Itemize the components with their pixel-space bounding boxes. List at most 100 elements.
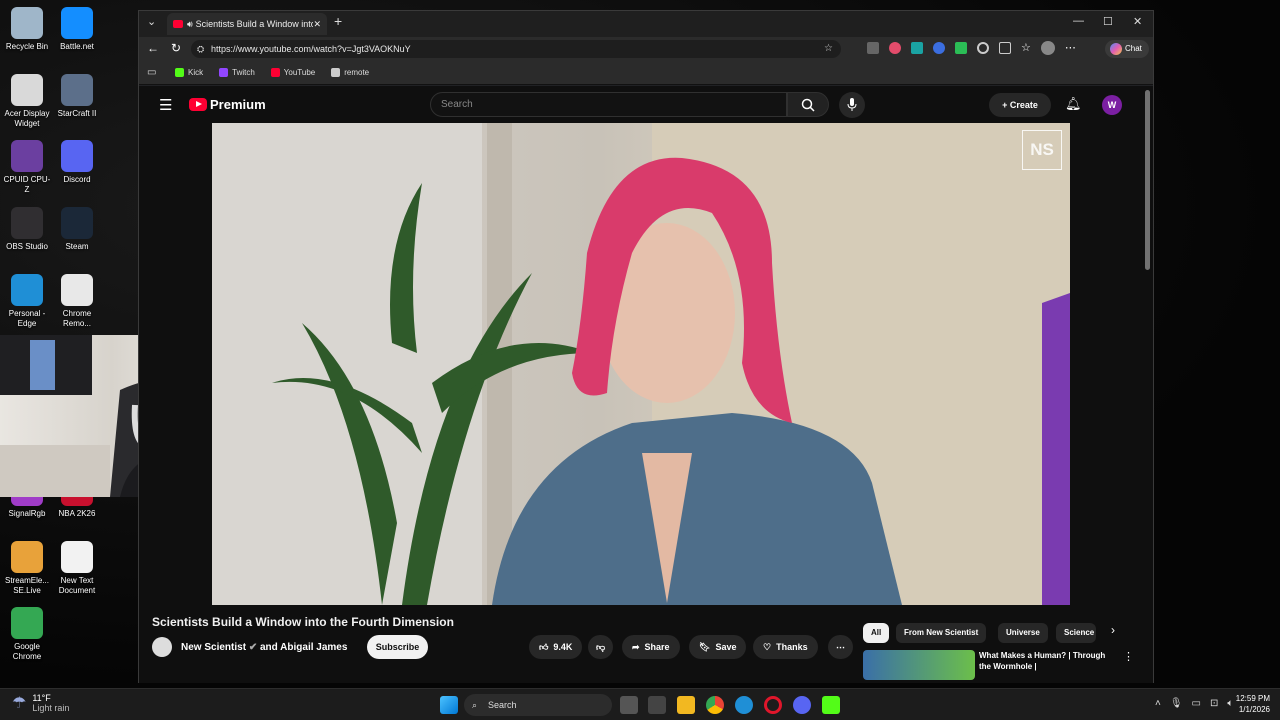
recommended-more-icon[interactable]: ⋮ xyxy=(1123,650,1134,663)
desktop-icon[interactable]: StarCraft II xyxy=(52,74,102,119)
desktop-icon[interactable]: Steam xyxy=(52,207,102,252)
bookmark-kick[interactable]: Kick xyxy=(175,68,203,77)
refresh-icon[interactable]: ↻ xyxy=(171,41,181,55)
kick-taskbar-icon[interactable] xyxy=(822,696,840,714)
search-input[interactable]: Search xyxy=(430,92,787,117)
youtube-logo[interactable]: Premium xyxy=(189,97,266,112)
dislike-button[interactable]: 👎︎ xyxy=(588,635,614,659)
copilot-icon xyxy=(1110,43,1122,55)
file-explorer-icon[interactable] xyxy=(677,696,695,714)
opera-taskbar-icon[interactable] xyxy=(764,696,782,714)
share-label: Share xyxy=(644,642,670,652)
profile-icon[interactable] xyxy=(1040,41,1055,55)
app-icon xyxy=(11,140,43,172)
chip-science[interactable]: Science xyxy=(1056,623,1096,643)
extension-icon[interactable] xyxy=(911,42,923,54)
favorites-icon[interactable]: ☆ xyxy=(1021,42,1031,55)
video-frame xyxy=(212,123,1070,605)
chip-all[interactable]: All xyxy=(863,623,890,643)
logo-text: Premium xyxy=(210,97,266,112)
channel-avatar[interactable] xyxy=(152,637,172,657)
desktop-icon[interactable]: Google Chrome xyxy=(2,607,52,662)
page-scrollbar[interactable] xyxy=(1145,90,1150,270)
create-label: Create xyxy=(1009,100,1038,110)
bookmark-label: YouTube xyxy=(283,68,316,77)
chip-from-new-scientist[interactable]: From New Scientist xyxy=(896,623,987,643)
subscribe-button[interactable]: Subscribe xyxy=(367,635,428,659)
tab-list-chevron-icon[interactable]: ⌄ xyxy=(147,15,156,28)
favorite-star-icon[interactable]: ☆ xyxy=(824,40,833,58)
notifications-bell-icon[interactable]: 🔔︎ xyxy=(1065,96,1082,112)
bookmark-remote[interactable]: remote xyxy=(331,68,369,77)
taskbar-search[interactable]: ⌕ Search xyxy=(464,694,612,716)
extension-icon[interactable] xyxy=(933,42,945,54)
start-windows-icon[interactable] xyxy=(440,696,458,714)
close-window-icon[interactable]: ✕ xyxy=(1133,15,1142,28)
minimize-icon[interactable]: — xyxy=(1073,15,1084,27)
taskbar-search-icon: ⌕ xyxy=(472,700,478,710)
save-button[interactable]: 🔖︎ Save xyxy=(689,635,747,659)
like-count: 9.4K xyxy=(553,642,573,652)
desktop-icon[interactable]: CPUID CPU-Z xyxy=(2,140,52,195)
youtube-icon xyxy=(270,68,280,77)
site-info-icon[interactable]: ⛭ xyxy=(197,40,204,58)
extension-icon[interactable] xyxy=(889,42,901,54)
reading-list-icon[interactable]: ▭ xyxy=(147,67,156,78)
desktop-icon[interactable]: OBS Studio xyxy=(2,207,52,252)
recommended-title[interactable]: What Makes a Human? | Through the Wormho… xyxy=(979,650,1109,672)
search-icon xyxy=(801,98,815,112)
extensions-puzzle-icon[interactable] xyxy=(999,42,1011,54)
share-button[interactable]: ➦ Share xyxy=(622,635,680,659)
channel-name[interactable]: New Scientist xyxy=(181,642,246,653)
back-icon[interactable]: ← xyxy=(147,41,159,55)
plus-icon: + xyxy=(1002,100,1010,110)
desktop-icon[interactable]: Recycle Bin xyxy=(2,7,52,52)
desktop-icon[interactable]: Discord xyxy=(52,140,102,185)
desktop-icon[interactable]: StreamEle... SE.Live xyxy=(2,541,52,596)
menu-hamburger-icon[interactable]: ☰ xyxy=(159,96,172,114)
search-button[interactable] xyxy=(787,92,829,117)
microphone-icon xyxy=(847,98,857,111)
voice-search-button[interactable] xyxy=(839,92,865,118)
app-icon xyxy=(11,274,43,306)
chrome-taskbar-icon[interactable] xyxy=(706,696,724,714)
desktop-icon[interactable]: Battle.net xyxy=(52,7,102,52)
app-icon xyxy=(61,541,93,573)
chip-universe[interactable]: Universe xyxy=(998,623,1048,643)
create-button[interactable]: + Create xyxy=(989,93,1051,117)
edge-taskbar-icon[interactable] xyxy=(735,696,753,714)
speaker-icon: 🔊︎ xyxy=(187,18,193,29)
bookmark-twitch[interactable]: Twitch xyxy=(219,68,255,77)
video-player[interactable]: NS xyxy=(212,123,1070,605)
desktop-icon[interactable]: Personal - Edge xyxy=(2,274,52,329)
widgets-icon[interactable] xyxy=(648,696,666,714)
app-icon xyxy=(61,74,93,106)
taskbar-search-label: Search xyxy=(488,700,517,710)
more-menu-icon[interactable]: ⋯ xyxy=(1065,42,1076,55)
url-field[interactable]: ⛭ https://www.youtube.com/watch?v=Jgt3VA… xyxy=(191,40,841,58)
like-button[interactable]: 👍︎ 9.4K xyxy=(529,635,583,659)
more-actions-button[interactable]: ⋯ xyxy=(828,635,853,659)
desktop-icon[interactable]: New Text Document xyxy=(52,541,102,596)
copilot-chat-button[interactable]: Chat xyxy=(1105,40,1149,58)
extension-icon[interactable] xyxy=(977,42,989,54)
discord-taskbar-icon[interactable] xyxy=(793,696,811,714)
task-view-icon[interactable] xyxy=(620,696,638,714)
weather-widget[interactable]: ☂ 11°F Light rain xyxy=(12,693,69,713)
desktop-icon[interactable]: Chrome Remo... xyxy=(52,274,102,329)
chips-next-chevron-icon[interactable]: › xyxy=(1111,623,1115,637)
new-tab-icon[interactable]: + xyxy=(334,13,342,29)
desktop-icon[interactable]: Acer Display Widget xyxy=(2,74,52,129)
desktop-icon-label: OBS Studio xyxy=(6,242,48,251)
extension-icon[interactable] xyxy=(955,42,967,54)
close-tab-icon[interactable]: ✕ xyxy=(313,19,321,30)
thanks-button[interactable]: ♡ Thanks xyxy=(753,635,818,659)
bookmark-youtube[interactable]: YouTube xyxy=(270,68,316,77)
avatar[interactable]: W xyxy=(1102,95,1122,115)
extension-icon[interactable] xyxy=(867,42,879,54)
maximize-icon[interactable]: ☐ xyxy=(1103,15,1113,28)
recommended-thumbnail[interactable] xyxy=(863,650,975,680)
clock[interactable]: 12:59 PM 1/1/2026 xyxy=(1226,693,1270,715)
collaborator-name[interactable]: and Abigail James xyxy=(260,642,347,653)
tab-youtube[interactable]: 🔊︎ Scientists Build a Window into ✕ xyxy=(167,13,327,35)
